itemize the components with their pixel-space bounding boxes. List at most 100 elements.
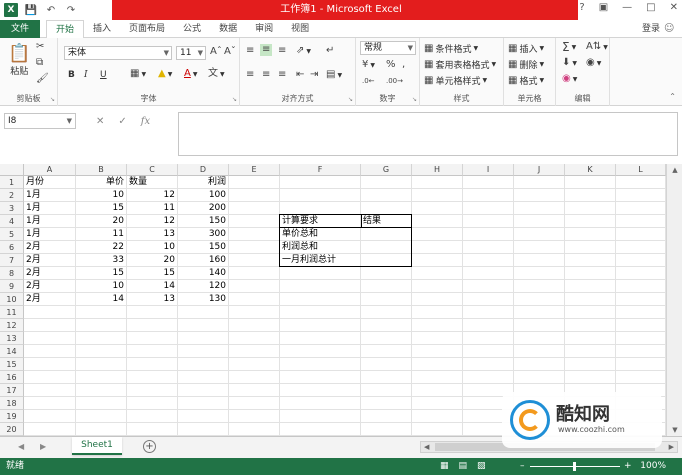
cell-month[interactable]: 2月 — [24, 293, 75, 306]
cell-quantity[interactable]: 20 — [127, 254, 177, 267]
find-select-button[interactable]: ◉ ▼ — [586, 58, 601, 68]
zoom-out-icon[interactable]: – — [520, 458, 525, 475]
help-icon[interactable]: ? — [579, 2, 584, 13]
italic-button[interactable]: I — [84, 70, 88, 80]
column-header-e[interactable]: E — [229, 164, 280, 176]
fill-button[interactable]: ⬇ ▼ — [562, 58, 577, 68]
ribbon-display-icon[interactable]: ▣ — [599, 2, 608, 13]
minimize-icon[interactable]: — — [622, 2, 632, 13]
column-header-b[interactable]: B — [76, 164, 127, 176]
cell-month[interactable]: 1月 — [24, 202, 75, 215]
align-center-button[interactable]: ≡ — [262, 70, 270, 80]
cell-month[interactable]: 2月 — [24, 267, 75, 280]
column-header-k[interactable]: K — [565, 164, 616, 176]
autosum-button[interactable]: Σ ▼ — [562, 41, 576, 53]
cell-month[interactable]: 1月 — [24, 228, 75, 241]
sheet-tab-sheet1[interactable]: Sheet1 — [72, 437, 122, 455]
cell-profit[interactable]: 300 — [178, 228, 228, 241]
align-left-button[interactable]: ≡ — [246, 70, 254, 80]
scroll-left-icon[interactable]: ◀ — [424, 442, 429, 452]
cancel-icon[interactable]: ✕ — [96, 116, 104, 127]
cell-header-quantity[interactable]: 数量 — [127, 176, 177, 189]
phonetic-button[interactable]: 文 ▼ — [208, 69, 225, 79]
orientation-button[interactable]: ⇗ ▼ — [296, 46, 311, 56]
format-cells-button[interactable]: ▦ 格式 ▼ — [508, 74, 544, 87]
align-bottom-button[interactable]: ≡ — [278, 46, 286, 56]
row-header-20[interactable]: 20 — [0, 423, 24, 436]
percent-button[interactable]: % — [386, 60, 396, 70]
column-header-d[interactable]: D — [178, 164, 229, 176]
row-header-12[interactable]: 12 — [0, 319, 24, 332]
tab-home[interactable]: 开始 — [46, 20, 85, 39]
cell-price[interactable]: 11 — [76, 228, 126, 241]
cell-price[interactable]: 14 — [76, 293, 126, 306]
cell-month[interactable]: 1月 — [24, 189, 75, 202]
cell-quantity[interactable]: 15 — [127, 267, 177, 280]
tab-view[interactable]: 视图 — [282, 20, 318, 38]
decrease-indent-button[interactable]: ⇤ — [296, 70, 304, 80]
fill-color-button[interactable]: ▲ ▼ — [158, 69, 172, 79]
increase-indent-button[interactable]: ⇥ — [310, 70, 318, 80]
align-top-button[interactable]: ≡ — [246, 46, 254, 56]
column-header-c[interactable]: C — [127, 164, 178, 176]
add-sheet-icon[interactable]: + — [143, 440, 156, 453]
clipboard-launcher-icon[interactable]: ↘ — [50, 96, 55, 103]
row-header-4[interactable]: 4 — [0, 215, 24, 228]
prev-sheet-icon[interactable]: ◀ — [18, 442, 24, 451]
font-color-button[interactable]: A ▼ — [184, 69, 197, 79]
tab-review[interactable]: 审阅 — [246, 20, 282, 38]
decrease-decimal-button[interactable]: .00→ — [386, 76, 403, 86]
row-header-2[interactable]: 2 — [0, 189, 24, 202]
row-header-10[interactable]: 10 — [0, 293, 24, 306]
column-header-a[interactable]: A — [24, 164, 76, 176]
cell-quantity[interactable]: 12 — [127, 215, 177, 228]
column-header-h[interactable]: H — [412, 164, 463, 176]
column-header-j[interactable]: J — [514, 164, 565, 176]
scroll-right-icon[interactable]: ▶ — [669, 442, 674, 452]
collapse-ribbon-icon[interactable]: ⌃ — [669, 92, 676, 101]
cell-profit[interactable]: 200 — [178, 202, 228, 215]
font-size-select[interactable]: 11 ▼ — [176, 46, 206, 60]
row-header-7[interactable]: 7 — [0, 254, 24, 267]
select-all-corner[interactable] — [0, 164, 24, 176]
delete-cells-button[interactable]: ▦ 删除 ▼ — [508, 58, 544, 71]
cell-price[interactable]: 10 — [76, 189, 126, 202]
underline-button[interactable]: U — [100, 70, 107, 80]
row-header-16[interactable]: 16 — [0, 371, 24, 384]
align-middle-button[interactable]: ≡ — [260, 44, 273, 56]
cell-month[interactable]: 1月 — [24, 215, 75, 228]
column-header-f[interactable]: F — [280, 164, 361, 176]
insert-cells-button[interactable]: ▦ 插入 ▼ — [508, 42, 544, 55]
align-right-button[interactable]: ≡ — [278, 70, 286, 80]
page-layout-view-icon[interactable]: ▤ — [459, 461, 468, 471]
scroll-up-icon[interactable]: ▲ — [667, 166, 682, 174]
cell-styles-button[interactable]: ▦ 单元格样式 ▼ — [424, 74, 487, 87]
cell-month[interactable]: 2月 — [24, 280, 75, 293]
row-header-9[interactable]: 9 — [0, 280, 24, 293]
zoom-level[interactable]: 100% — [640, 458, 666, 475]
smiley-feedback-icon[interactable]: ☺ — [664, 23, 676, 35]
number-format-select[interactable]: 常规 ▼ — [360, 41, 416, 55]
close-icon[interactable]: ✕ — [670, 2, 678, 13]
row-header-1[interactable]: 1 — [0, 176, 24, 189]
cell-quantity[interactable]: 13 — [127, 228, 177, 241]
increase-decimal-button[interactable]: .0← — [362, 76, 375, 86]
row-header-3[interactable]: 3 — [0, 202, 24, 215]
tab-page-layout[interactable]: 页面布局 — [120, 20, 174, 38]
accounting-format-button[interactable]: ¥ ▼ — [362, 60, 375, 70]
cell-price[interactable]: 15 — [76, 202, 126, 215]
clear-button[interactable]: ◉ ▼ — [562, 74, 577, 84]
normal-view-icon[interactable]: ▦ — [440, 461, 449, 471]
font-name-select[interactable]: 宋体 ▼ — [64, 46, 172, 60]
comma-style-button[interactable]: , — [402, 60, 405, 70]
wrap-text-button[interactable]: ↵ — [326, 46, 334, 56]
row-header-5[interactable]: 5 — [0, 228, 24, 241]
column-header-l[interactable]: L — [616, 164, 666, 176]
cell-price[interactable]: 33 — [76, 254, 126, 267]
page-break-view-icon[interactable]: ▧ — [477, 461, 486, 471]
cell-quantity[interactable]: 14 — [127, 280, 177, 293]
cell-profit[interactable]: 130 — [178, 293, 228, 306]
formula-input[interactable] — [178, 112, 678, 156]
cell-month[interactable]: 2月 — [24, 254, 75, 267]
tab-formulas[interactable]: 公式 — [174, 20, 210, 38]
